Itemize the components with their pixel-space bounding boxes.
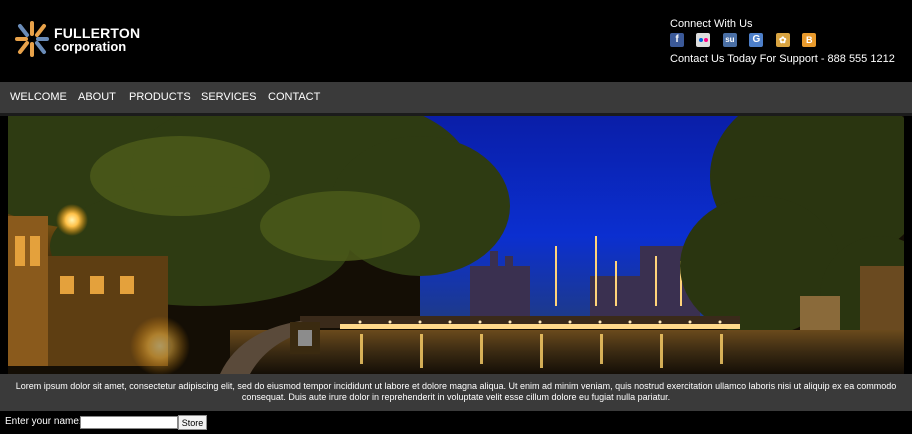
fullerton-logo-icon[interactable]	[14, 20, 50, 58]
google-icon[interactable]: G	[749, 33, 764, 47]
name-input[interactable]	[80, 416, 178, 429]
connect-panel: Connect With Us f su G ✿ B Contact Us To…	[670, 17, 910, 65]
main-nav: WELCOME ABOUT PRODUCTS SERVICES CONTACT	[0, 82, 912, 113]
nav-item-contact[interactable]: CONTACT	[268, 82, 320, 113]
stumbleupon-icon[interactable]: su	[722, 33, 737, 47]
nav-item-welcome[interactable]: WELCOME	[10, 82, 67, 113]
nav-item-about[interactable]: ABOUT	[78, 82, 116, 113]
blogger-icon[interactable]: B	[802, 33, 817, 47]
connect-title: Connect With Us	[670, 18, 753, 30]
nav-item-products[interactable]: PRODUCTS	[129, 82, 191, 113]
name-form: Enter your name: Store	[0, 411, 912, 434]
flickr-icon[interactable]	[696, 33, 711, 47]
social-icons: f su G ✿ B	[670, 33, 824, 49]
facebook-icon[interactable]: f	[670, 33, 684, 47]
night-river-bridge-photo	[0, 116, 912, 374]
name-label: Enter your name:	[5, 416, 82, 427]
hero-image	[0, 116, 912, 374]
delicious-icon[interactable]: ✿	[775, 33, 790, 47]
nav-item-services[interactable]: SERVICES	[201, 82, 256, 113]
hero-caption: Lorem ipsum dolor sit amet, consectetur …	[0, 374, 912, 411]
site-header: FULLERTON corporation Connect With Us f …	[0, 0, 912, 82]
brand-name-line1: FULLERTON	[54, 25, 141, 41]
store-button[interactable]: Store	[178, 415, 207, 430]
support-text: Contact Us Today For Support - 888 555 1…	[670, 53, 895, 65]
brand-name[interactable]: FULLERTON corporation	[54, 26, 140, 54]
brand-name-line2: corporation	[54, 39, 127, 54]
